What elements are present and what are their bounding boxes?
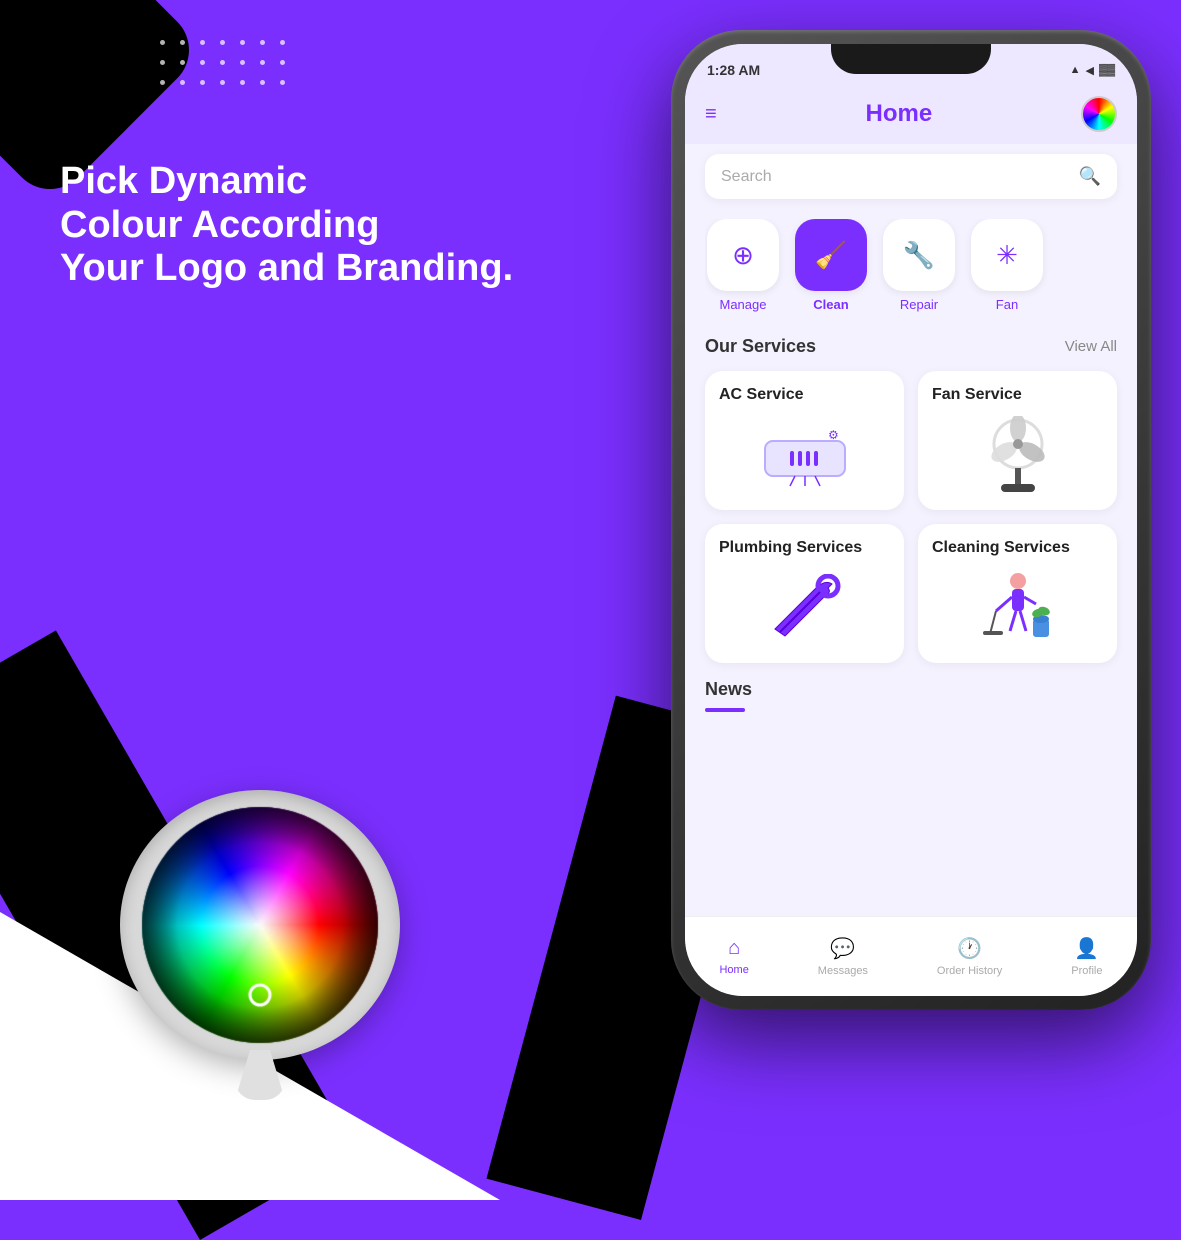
manage-label: Manage <box>720 297 767 312</box>
news-title: News <box>705 679 1117 700</box>
messages-nav-icon: 💬 <box>830 936 855 961</box>
service-card-cleaning[interactable]: Cleaning Services <box>918 524 1117 663</box>
dots-decoration <box>160 40 292 92</box>
categories-scroll: ⊕ Manage 🧹 Clean <box>705 219 1117 312</box>
search-placeholder-text: Search <box>721 168 772 186</box>
status-time: 1:28 AM <box>707 62 760 78</box>
headline: Pick Dynamic Colour According Your Logo … <box>60 160 513 291</box>
app-content-area: Search 🔍 ⊕ Manage <box>685 144 1137 920</box>
plumbing-svg <box>760 574 850 644</box>
cleaning-svg <box>978 569 1058 649</box>
fan-service-image <box>932 416 1103 496</box>
news-section: News <box>685 669 1137 716</box>
service-card-plumbing[interactable]: Plumbing Services <box>705 524 904 663</box>
color-wheel-circle[interactable] <box>120 790 400 1060</box>
nav-messages[interactable]: 💬 Messages <box>818 936 868 977</box>
fan-svg <box>983 416 1053 496</box>
hamburger-icon[interactable]: ≡ <box>705 103 717 126</box>
repair-label: Repair <box>900 297 938 312</box>
messages-nav-label: Messages <box>818 965 868 977</box>
svg-text:⚙: ⚙ <box>828 428 839 442</box>
nav-home[interactable]: ⌂ Home <box>719 937 748 976</box>
fan-service-title: Fan Service <box>932 385 1103 406</box>
bottom-navigation: ⌂ Home 💬 Messages 🕐 Order History 👤 Prof… <box>685 916 1137 996</box>
phone-notch <box>831 44 991 74</box>
services-grid: AC Service <box>705 371 1117 663</box>
repair-icon: 🔧 <box>903 240 935 271</box>
order-history-nav-icon: 🕐 <box>957 936 982 961</box>
cleaning-service-image <box>932 569 1103 649</box>
wifi-icon: ◀ <box>1085 64 1093 77</box>
app-header: ≡ Home <box>685 88 1137 144</box>
clean-icon: 🧹 <box>815 240 847 271</box>
order-history-nav-label: Order History <box>937 965 1002 977</box>
color-picker-button[interactable] <box>1081 96 1117 132</box>
nav-profile[interactable]: 👤 Profile <box>1071 936 1102 977</box>
clean-label: Clean <box>813 297 848 312</box>
ac-svg: ⚙ <box>760 421 850 491</box>
plumbing-service-image <box>719 569 890 649</box>
ac-service-image: ⚙ <box>719 416 890 496</box>
services-header: Our Services View All <box>705 336 1117 357</box>
categories-section: ⊕ Manage 🧹 Clean <box>685 209 1137 322</box>
fan-cat-icon: ✳ <box>996 240 1018 271</box>
repair-icon-wrap: 🔧 <box>883 219 955 291</box>
color-wheel-bubble <box>120 790 400 1100</box>
color-wheel-canvas[interactable] <box>140 805 380 1045</box>
home-nav-label: Home <box>719 964 748 976</box>
search-bar[interactable]: Search 🔍 <box>705 154 1117 199</box>
profile-nav-icon: 👤 <box>1074 936 1099 961</box>
fan-label: Fan <box>996 297 1018 312</box>
category-item-repair[interactable]: 🔧 Repair <box>881 219 957 312</box>
color-wheel-container <box>120 790 400 1100</box>
app-title: Home <box>865 100 932 128</box>
category-item-manage[interactable]: ⊕ Manage <box>705 219 781 312</box>
ac-service-title: AC Service <box>719 385 890 406</box>
category-item-clean[interactable]: 🧹 Clean <box>793 219 869 312</box>
profile-nav-label: Profile <box>1071 965 1102 977</box>
view-all-button[interactable]: View All <box>1065 338 1117 355</box>
battery-icon: ▓▓ <box>1099 64 1115 76</box>
home-nav-icon: ⌂ <box>728 937 740 960</box>
status-icons: ▲ ◀ ▓▓ <box>1070 64 1115 77</box>
signal-icon: ▲ <box>1070 64 1081 76</box>
services-section: Our Services View All AC Service <box>685 322 1137 669</box>
phone-screen: 1:28 AM ▲ ◀ ▓▓ ≡ Home Se <box>685 44 1137 996</box>
plumbing-service-title: Plumbing Services <box>719 538 890 559</box>
fan-icon-wrap: ✳ <box>971 219 1043 291</box>
search-icon[interactable]: 🔍 <box>1079 166 1101 187</box>
search-section: Search 🔍 <box>685 144 1137 209</box>
scroll-content[interactable]: Search 🔍 ⊕ Manage <box>685 144 1137 920</box>
category-item-fan[interactable]: ✳ Fan <box>969 219 1045 312</box>
service-card-ac[interactable]: AC Service <box>705 371 904 510</box>
phone-outer-frame: 1:28 AM ▲ ◀ ▓▓ ≡ Home Se <box>671 30 1151 1010</box>
phone-mockup: 1:28 AM ▲ ◀ ▓▓ ≡ Home Se <box>671 30 1151 1030</box>
services-title: Our Services <box>705 336 816 357</box>
clean-icon-wrap: 🧹 <box>795 219 867 291</box>
manage-icon: ⊕ <box>732 240 754 271</box>
service-card-fan[interactable]: Fan Service <box>918 371 1117 510</box>
news-underline <box>705 708 745 712</box>
nav-order-history[interactable]: 🕐 Order History <box>937 936 1002 977</box>
manage-icon-wrap: ⊕ <box>707 219 779 291</box>
cleaning-service-title: Cleaning Services <box>932 538 1103 559</box>
